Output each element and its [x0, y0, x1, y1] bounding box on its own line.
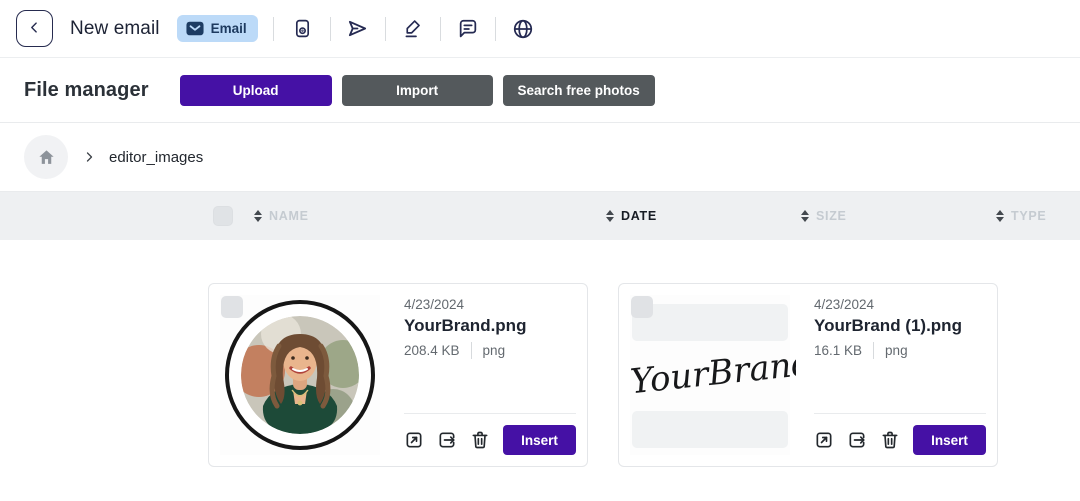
column-header-name[interactable]: NAME [254, 192, 309, 240]
send-icon[interactable] [346, 17, 370, 41]
divider [440, 17, 441, 41]
column-header-type[interactable]: TYPE [996, 192, 1046, 240]
open-external-icon[interactable] [404, 429, 424, 451]
globe-icon[interactable] [511, 17, 535, 41]
search-free-photos-button[interactable]: Search free photos [503, 75, 655, 106]
move-to-folder-icon[interactable] [847, 429, 867, 451]
sort-icon [606, 210, 614, 222]
move-to-folder-icon[interactable] [437, 429, 457, 451]
divider [273, 17, 274, 41]
file-actions: Insert [404, 425, 576, 455]
file-manager-toolbar: File manager Upload Import Search free p… [0, 58, 1080, 123]
column-label: NAME [269, 209, 309, 223]
svg-text:YourBrand: YourBrand [629, 343, 796, 402]
thumbnail-placeholder-bar [632, 411, 788, 448]
file-card: YourBrand 4/23/2024 YourBrand (1).png 16… [618, 283, 998, 467]
file-card: 4/23/2024 YourBrand.png 208.4 KB png In [208, 283, 588, 467]
divider [471, 342, 472, 359]
file-checkbox[interactable] [631, 296, 653, 318]
breadcrumb-home-button[interactable] [24, 135, 68, 179]
file-meta: 16.1 KB png [814, 342, 986, 359]
file-checkbox[interactable] [221, 296, 243, 318]
file-name: YourBrand.png [404, 316, 576, 336]
table-header: NAME DATE SIZE TYPE [0, 192, 1080, 240]
sort-icon [801, 210, 809, 222]
divider [495, 17, 496, 41]
select-all-checkbox[interactable] [213, 206, 233, 226]
divider [330, 17, 331, 41]
file-size: 16.1 KB [814, 343, 862, 358]
chevron-right-icon [83, 151, 95, 163]
email-badge-label: Email [211, 21, 247, 36]
breadcrumb: editor_images [0, 123, 1080, 192]
import-button[interactable]: Import [342, 75, 493, 106]
thumbnail-ring [225, 300, 375, 450]
back-button[interactable] [16, 10, 53, 47]
file-details: 4/23/2024 YourBrand (1).png 16.1 KB png [814, 295, 986, 455]
comment-icon[interactable] [456, 17, 480, 41]
divider [385, 17, 386, 41]
topbar-icon-group [291, 17, 535, 41]
column-label: DATE [621, 209, 657, 223]
chevron-left-icon [28, 21, 41, 37]
email-type-badge[interactable]: Email [177, 15, 258, 42]
insert-button[interactable]: Insert [913, 425, 986, 455]
file-name: YourBrand (1).png [814, 316, 986, 336]
file-actions: Insert [814, 425, 986, 455]
column-header-size[interactable]: SIZE [801, 192, 847, 240]
column-header-date[interactable]: DATE [606, 192, 657, 240]
divider [814, 413, 986, 414]
divider [873, 342, 874, 359]
file-thumbnail-photo[interactable] [220, 295, 380, 455]
column-label: SIZE [816, 209, 847, 223]
thumbnail-placeholder-bar [632, 304, 788, 341]
file-icon[interactable] [291, 17, 315, 41]
file-meta: 208.4 KB png [404, 342, 576, 359]
file-thumbnail-signature[interactable]: YourBrand [630, 295, 790, 455]
file-grid: 4/23/2024 YourBrand.png 208.4 KB png In [0, 240, 1080, 501]
woman-portrait-image [241, 316, 359, 434]
file-type: png [483, 343, 506, 358]
sort-icon [996, 210, 1004, 222]
upload-button[interactable]: Upload [180, 75, 332, 106]
file-date: 4/23/2024 [814, 297, 986, 312]
page-title: File manager [24, 79, 149, 102]
divider [404, 413, 576, 414]
top-bar: New email Email [0, 0, 1080, 58]
file-type: png [885, 343, 908, 358]
insert-button[interactable]: Insert [503, 425, 576, 455]
column-label: TYPE [1011, 209, 1046, 223]
trash-icon[interactable] [470, 429, 490, 451]
file-size: 208.4 KB [404, 343, 460, 358]
file-date: 4/23/2024 [404, 297, 576, 312]
home-icon [37, 148, 56, 167]
email-envelope-icon [186, 21, 204, 36]
sort-icon [254, 210, 262, 222]
file-details: 4/23/2024 YourBrand.png 208.4 KB png In [404, 295, 576, 455]
edit-icon[interactable] [401, 17, 425, 41]
trash-icon[interactable] [880, 429, 900, 451]
document-title: New email [70, 18, 160, 40]
breadcrumb-folder[interactable]: editor_images [109, 149, 203, 166]
open-external-icon[interactable] [814, 429, 834, 451]
signature-logo-image: YourBrand [624, 341, 796, 403]
